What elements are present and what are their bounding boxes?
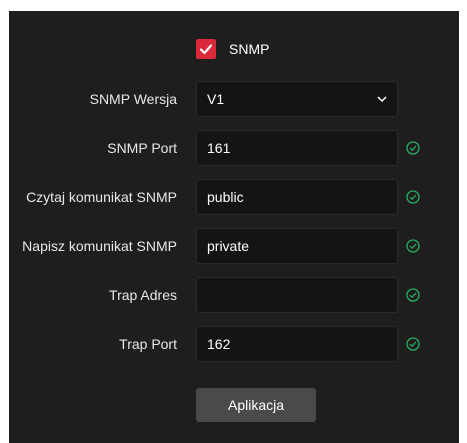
trap-address-label: Trap Adres <box>109 287 177 303</box>
snmp-port-row: SNMP Port <box>9 130 459 166</box>
trap-port-label: Trap Port <box>119 336 177 352</box>
read-community-label: Czytaj komunikat SNMP <box>26 189 177 205</box>
write-community-input[interactable] <box>196 228 398 264</box>
snmp-port-label: SNMP Port <box>107 140 177 156</box>
check-circle-icon <box>406 288 420 302</box>
read-community-input[interactable] <box>196 179 398 215</box>
snmp-checkbox[interactable] <box>196 39 216 59</box>
snmp-port-input[interactable] <box>196 130 398 166</box>
snmp-label: SNMP <box>229 41 270 57</box>
check-circle-icon <box>406 190 420 204</box>
snmp-version-row: SNMP Wersja V1 <box>9 81 459 117</box>
trap-address-input[interactable] <box>196 277 398 313</box>
snmp-enable-toggle[interactable]: SNMP <box>196 39 269 59</box>
read-community-row: Czytaj komunikat SNMP <box>9 179 459 215</box>
snmp-version-label: SNMP Wersja <box>89 91 177 107</box>
check-circle-icon <box>406 239 420 253</box>
snmp-version-value: V1 <box>207 91 225 107</box>
chevron-down-icon <box>377 96 387 102</box>
trap-address-row: Trap Adres <box>9 277 459 313</box>
check-circle-icon <box>406 337 420 351</box>
trap-port-row: Trap Port <box>9 326 459 362</box>
apply-button[interactable]: Aplikacja <box>196 388 316 422</box>
trap-port-input[interactable] <box>196 326 398 362</box>
write-community-row: Napisz komunikat SNMP <box>9 228 459 264</box>
check-circle-icon <box>406 141 420 155</box>
snmp-settings-panel: SNMP SNMP Wersja V1 SNMP Port Czytaj kom… <box>9 11 459 443</box>
snmp-version-select[interactable]: V1 <box>196 81 398 117</box>
checkmark-icon <box>199 44 213 55</box>
write-community-label: Napisz komunikat SNMP <box>22 238 177 254</box>
